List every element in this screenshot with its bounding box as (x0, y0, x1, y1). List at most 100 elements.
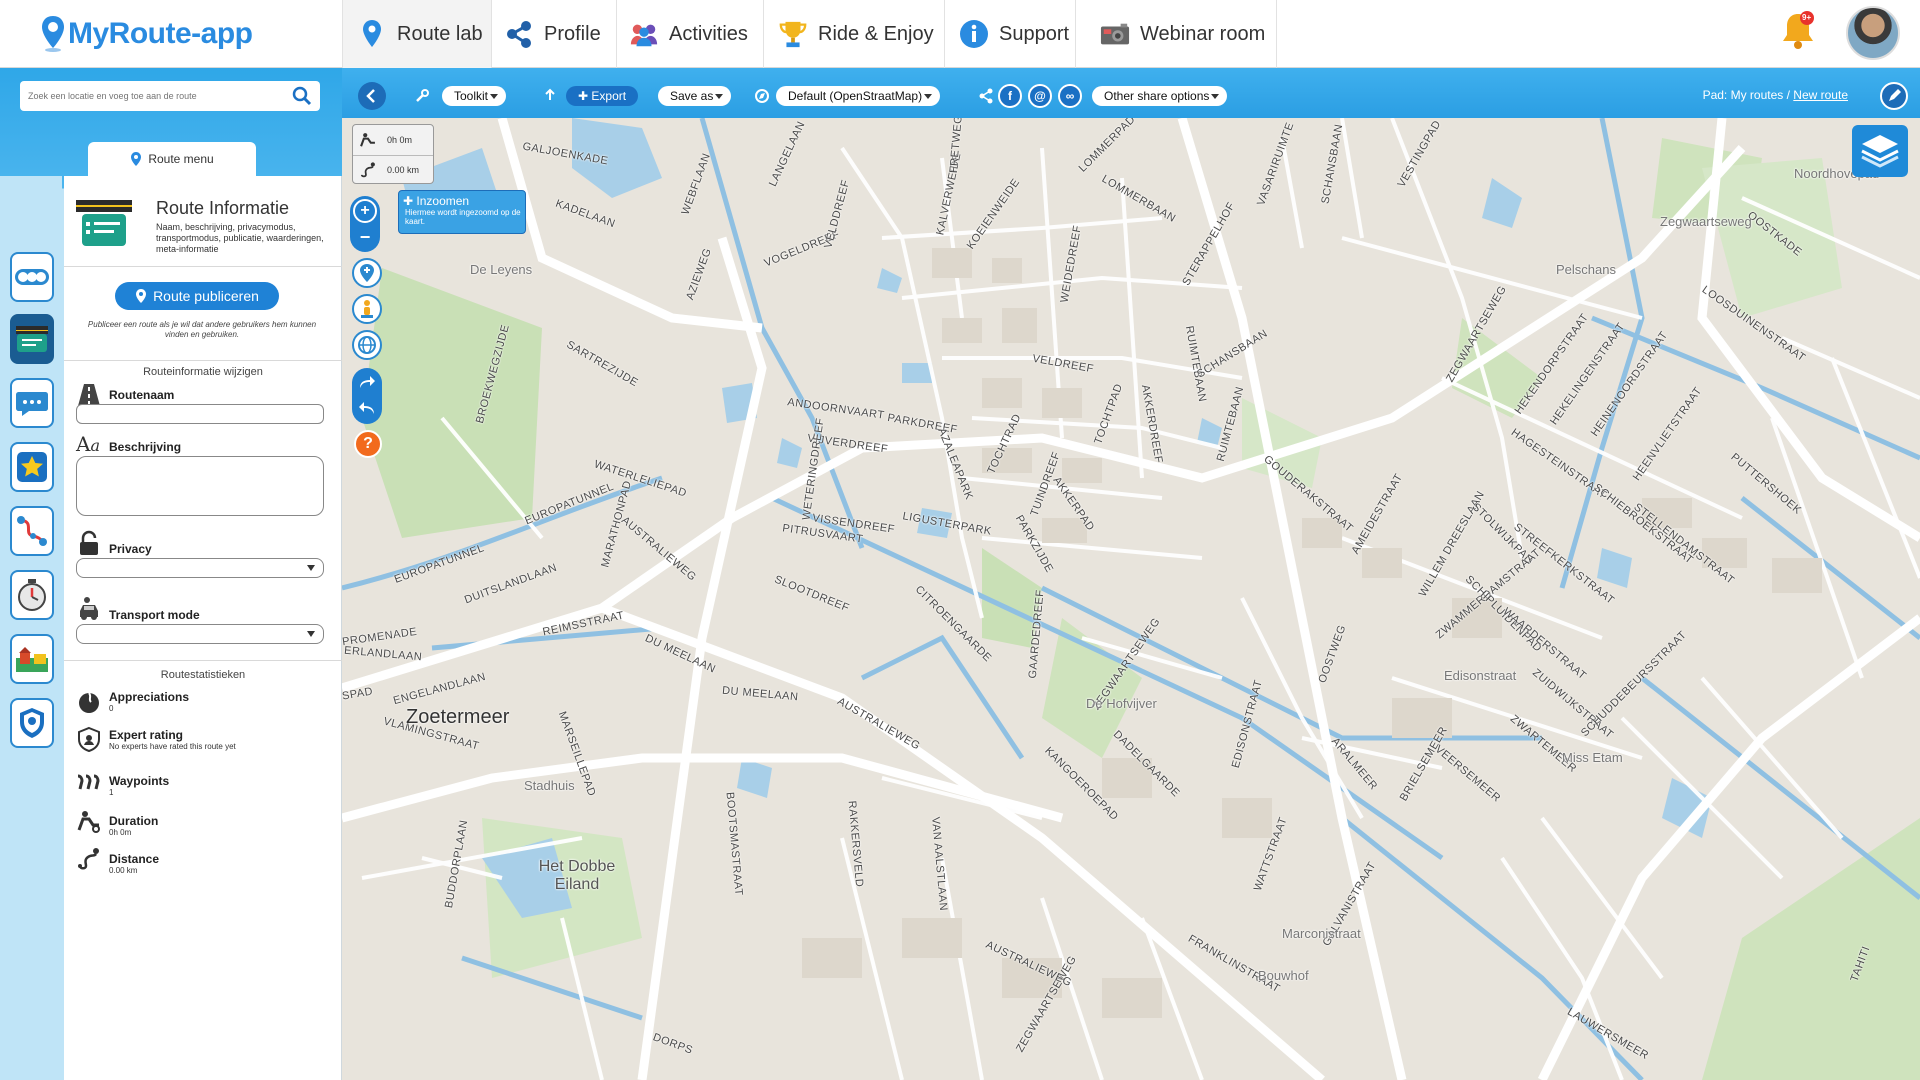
chat-icon (16, 392, 48, 416)
duration-label: Duration (109, 814, 159, 828)
compass-icon (755, 89, 769, 103)
place-label: Pelschans (1556, 262, 1616, 277)
email-share-icon[interactable]: @ (1028, 84, 1052, 108)
zoom-in-tooltip: ✚ Inzoomen Hiermee wordt ingezoomd op de… (398, 190, 526, 234)
distance-value: 0.00 km (109, 866, 138, 875)
zoom-in-button[interactable]: + (353, 199, 377, 223)
notifications-bell-icon[interactable]: 9+ (1780, 10, 1816, 52)
place-label: Edisonstraat (1444, 668, 1517, 683)
info-icon (959, 19, 989, 49)
tab-route-menu[interactable]: Route menu (88, 142, 256, 176)
place-label: Bouwhof (1258, 968, 1309, 983)
map-route-stats: 0h 0m 0.00 km (352, 124, 434, 184)
globe-icon (358, 336, 376, 354)
link-share-icon[interactable]: ∞ (1058, 84, 1082, 108)
nav-route-lab[interactable]: Route lab (343, 0, 491, 68)
route-info-icon (16, 326, 48, 352)
undo-icon[interactable] (358, 400, 376, 421)
route-line-icon (17, 516, 47, 546)
app-logo[interactable]: MyRoute-app (40, 14, 253, 54)
top-navigation: MyRoute-app Route lab Profile Activities… (0, 0, 1920, 68)
facebook-share-icon[interactable]: f (998, 84, 1022, 108)
export-button[interactable]: ✚ Export (566, 86, 639, 106)
pencil-icon (1889, 89, 1901, 101)
stopwatch-icon (18, 579, 46, 611)
description-textarea[interactable] (76, 456, 324, 516)
place-label: De Hofvijver (1086, 696, 1157, 711)
sidebar-item-comments[interactable] (10, 378, 54, 428)
poi-icon (16, 647, 48, 672)
route-menu-icon-bar (0, 176, 62, 1080)
breadcrumb-current-route[interactable]: New route (1793, 88, 1848, 102)
add-waypoint-button[interactable] (352, 258, 382, 288)
privacy-select[interactable] (76, 558, 324, 578)
help-icon[interactable]: ? (354, 430, 382, 458)
nav-webinar-room[interactable]: Webinar room (1076, 0, 1276, 68)
nav-ride-enjoy[interactable]: Ride & Enjoy (764, 0, 944, 68)
stats-section-heading: Routestatistieken (160, 669, 246, 681)
route-name-input[interactable] (76, 404, 324, 424)
map-pin-plus-icon (360, 264, 374, 282)
zoom-controls: + − (350, 196, 380, 252)
publish-note: Publiceer een route als je wil dat ander… (87, 320, 317, 339)
nav-activities[interactable]: Activities (617, 0, 763, 68)
publish-route-button[interactable]: Route publiceren (115, 282, 279, 310)
nav-profile[interactable]: Profile (492, 0, 616, 68)
sidebar-item-waypoints[interactable] (10, 252, 54, 302)
place-label: Stadhuis (524, 778, 575, 793)
collapse-panel-button[interactable] (358, 82, 386, 110)
export-icon (545, 88, 555, 100)
sidebar-item-route-info[interactable] (10, 314, 54, 364)
lock-icon (80, 530, 98, 555)
left-panel: Route menu (0, 68, 342, 1080)
route-info-title: Route Informatie (156, 198, 290, 218)
undo-redo-controls (352, 368, 382, 424)
map-canvas[interactable]: GALJOENKADE KADELAAN WEBFLAAN AZIEWEG VO… (342, 118, 1920, 1080)
globe-button[interactable] (352, 330, 382, 360)
map-style-dropdown[interactable]: Default (OpenStraatMap) (776, 86, 941, 106)
redo-icon[interactable] (358, 374, 376, 395)
transport-mode-select[interactable] (76, 624, 324, 644)
street-view-button[interactable] (352, 294, 382, 324)
zoom-out-button[interactable]: − (353, 225, 377, 249)
sidebar-item-rating[interactable] (10, 442, 54, 492)
place-label: Zegwaartseweg (1660, 214, 1752, 229)
waypoints-icon (15, 269, 49, 285)
privacy-label: Privacy (109, 542, 152, 556)
appreciations-label: Appreciations (109, 690, 190, 704)
toolkit-dropdown[interactable]: Toolkit (442, 86, 507, 106)
sidebar-item-pois[interactable] (10, 634, 54, 684)
city-label: Zoetermeer (406, 706, 510, 728)
sidebar-item-route-line[interactable] (10, 506, 54, 556)
location-search-box[interactable] (20, 81, 320, 111)
logo-text: MyRoute-app (68, 17, 253, 50)
user-avatar[interactable] (1846, 6, 1900, 60)
shield-icon (20, 708, 44, 738)
route-info-large-icon (76, 200, 132, 246)
distance-label: Distance (109, 852, 160, 866)
notification-badge: 9+ (1802, 13, 1812, 22)
edit-route-name-button[interactable] (1880, 82, 1908, 110)
save-as-dropdown[interactable]: Save as (658, 86, 732, 106)
nav-support[interactable]: Support (945, 0, 1075, 68)
location-search-input[interactable] (28, 91, 288, 101)
description-label: Beschrijving (109, 440, 182, 454)
route-name-label: Routenaam (109, 388, 175, 402)
logo-pin-icon (42, 16, 64, 52)
place-label: Miss Etam (1562, 750, 1623, 765)
search-icon[interactable] (292, 86, 312, 108)
wrench-icon (416, 89, 429, 102)
sidebar-item-timing[interactable] (10, 570, 54, 620)
other-share-options-dropdown[interactable]: Other share options (1092, 86, 1228, 106)
district-label: Het Dobbe Eiland (538, 858, 616, 893)
place-label: Marconistraat (1282, 926, 1361, 941)
waypoints-icon (77, 774, 100, 790)
share-icon (979, 88, 993, 104)
people-icon (629, 19, 659, 49)
sidebar-item-security[interactable] (10, 698, 54, 748)
route-toolbar: Toolkit ✚ Export Save as Default (OpenSt… (342, 68, 1920, 118)
map-pin-icon (136, 289, 147, 303)
pegman-icon (361, 300, 373, 318)
map-layers-button[interactable] (1852, 125, 1908, 177)
text-icon: Aa (76, 432, 100, 456)
